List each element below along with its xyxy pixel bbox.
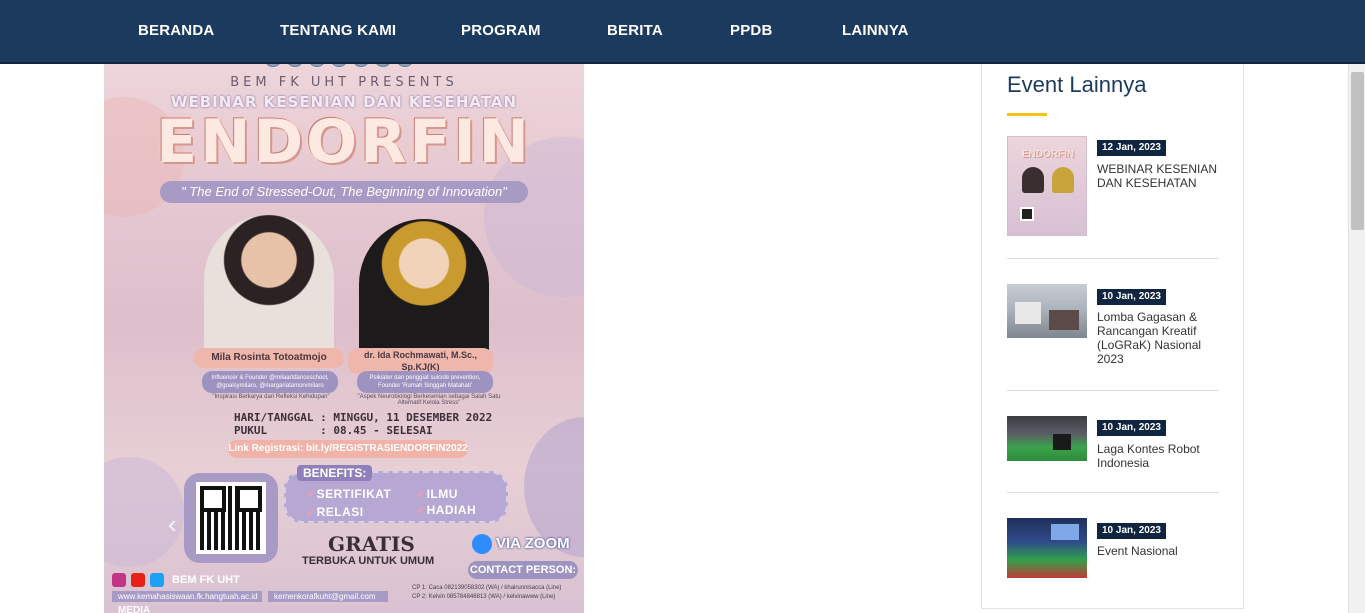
nav-item-program[interactable]: PROGRAM — [461, 22, 541, 39]
nav-item-ppdb[interactable]: PPDB — [730, 22, 772, 39]
schedule-date: HARI/TANGGAL : MINGGU, 11 DESEMBER 2022 — [234, 411, 493, 424]
chevron-left-icon: ‹ — [168, 509, 177, 539]
nav-item-lainnya[interactable]: LAINNYA — [842, 22, 909, 39]
poster-tagline: " The End of Stressed-Out, The Beginning… — [160, 181, 528, 203]
poster-schedule: HARI/TANGGAL : MINGGU, 11 DESEMBER 2022 … — [234, 411, 492, 437]
poster-website: www.kemahasiswaan.fk.hangtuah.ac.id — [112, 591, 262, 602]
sidebar-title: Event Lainnya — [1007, 72, 1147, 97]
benefit-item: ILMU — [416, 487, 458, 501]
cp-1: CP 1: Caca 082139058302 (WA) / khairunni… — [412, 585, 562, 591]
speaker-2-quote: "Aspek Neurobiologi Berkesenian sebagai … — [357, 394, 501, 406]
instagram-icon — [112, 573, 126, 587]
event-date-badge: 10 Jan, 2023 — [1097, 420, 1166, 436]
social-row: BEM FK UHT — [112, 573, 240, 587]
poster-gratis: GRATIS — [328, 532, 415, 556]
poster-presents: BEM FK UHT PRESENTS — [230, 75, 458, 90]
benefit-item: RELASI — [306, 505, 364, 519]
top-navbar: BERANDA TENTANG KAMI PROGRAM BERITA PPDB… — [0, 0, 1365, 64]
speaker-2-photo — [359, 219, 489, 367]
event-thumbnail[interactable] — [1007, 518, 1087, 578]
poster-via-zoom: VIA ZOOM — [496, 535, 570, 552]
event-item[interactable]: 10 Jan, 2023 Lomba Gagasan & Rancangan K… — [1007, 284, 1219, 374]
event-thumbnail[interactable] — [1007, 284, 1087, 338]
zoom-icon — [472, 534, 492, 554]
divider — [1007, 258, 1219, 259]
page-scrollbar[interactable] — [1348, 64, 1365, 613]
divider — [1007, 390, 1219, 391]
benefits-title: BENEFITS: — [297, 465, 373, 481]
contact-person-label: CONTACT PERSON: — [468, 561, 578, 579]
benefit-item: SERTIFIKAT — [306, 487, 391, 501]
event-title-link[interactable]: Laga Kontes Robot Indonesia — [1097, 442, 1219, 470]
event-title-link[interactable]: Event Nasional — [1097, 544, 1219, 558]
event-thumbnail[interactable] — [1007, 416, 1087, 461]
event-date-badge: 10 Jan, 2023 — [1097, 289, 1166, 305]
speaker-2-role: Psikiater dan penggiat suicide preventio… — [357, 371, 493, 393]
event-item[interactable]: ENDORFIN 12 Jan, 2023 WEBINAR KESENIAN D… — [1007, 136, 1219, 236]
poster-email: kemenkorafkuht@gmail.com — [268, 591, 388, 602]
poster-media-label: MEDIA — [118, 605, 151, 613]
event-item[interactable]: 10 Jan, 2023 Laga Kontes Robot Indonesia — [1007, 416, 1219, 476]
event-date-badge: 10 Jan, 2023 — [1097, 523, 1166, 539]
benefit-item: HADIAH — [416, 503, 476, 517]
poster-terbuka: TERBUKA UNTUK UMUM — [302, 555, 435, 567]
speaker-1-name: Mila Rosinta Totoatmojo — [194, 348, 344, 368]
poster-main-title: ENDORFIN — [156, 107, 532, 177]
cp-2: CP 2: Kelvin 085784846813 (WA) / kelvina… — [412, 594, 556, 600]
thumbnail-poster-title: ENDORFIN — [1021, 149, 1075, 160]
nav-item-tentang-kami[interactable]: TENTANG KAMI — [280, 22, 396, 39]
speaker-1-quote: "Inspirasi Berkarya dari Refleksi Kehidu… — [212, 394, 330, 400]
event-date-badge: 12 Jan, 2023 — [1097, 140, 1166, 156]
schedule-time: PUKUL : 08.45 - SELESAI — [234, 424, 433, 437]
youtube-icon — [131, 573, 145, 587]
event-poster-image: BEM FK UHT PRESENTS WEBINAR KESENIAN DAN… — [104, 37, 584, 613]
divider — [1007, 492, 1219, 493]
contact-person-details: CP 1: Caca 082139058302 (WA) / khairunni… — [412, 584, 580, 602]
social-handle: BEM FK UHT — [172, 574, 240, 586]
event-thumbnail[interactable]: ENDORFIN — [1007, 136, 1087, 236]
title-underline — [1007, 113, 1047, 116]
event-item[interactable]: 10 Jan, 2023 Event Nasional — [1007, 518, 1219, 578]
speaker-1-photo — [204, 215, 334, 365]
qr-code — [184, 473, 278, 563]
nav-item-berita[interactable]: BERITA — [607, 22, 663, 39]
registration-link: Link Registrasi: bit.ly/REGISTRASIENDORF… — [228, 440, 468, 458]
event-title-link[interactable]: Lomba Gagasan & Rancangan Kreatif (LoGRa… — [1097, 310, 1219, 366]
scrollbar-thumb[interactable] — [1351, 72, 1364, 230]
twitter-icon — [150, 573, 164, 587]
event-title-link[interactable]: WEBINAR KESENIAN DAN KESEHATAN — [1097, 162, 1219, 190]
speaker-1-role: Influencer & Founder @milaartdanceschool… — [202, 371, 338, 393]
nav-item-beranda[interactable]: BERANDA — [138, 22, 214, 39]
